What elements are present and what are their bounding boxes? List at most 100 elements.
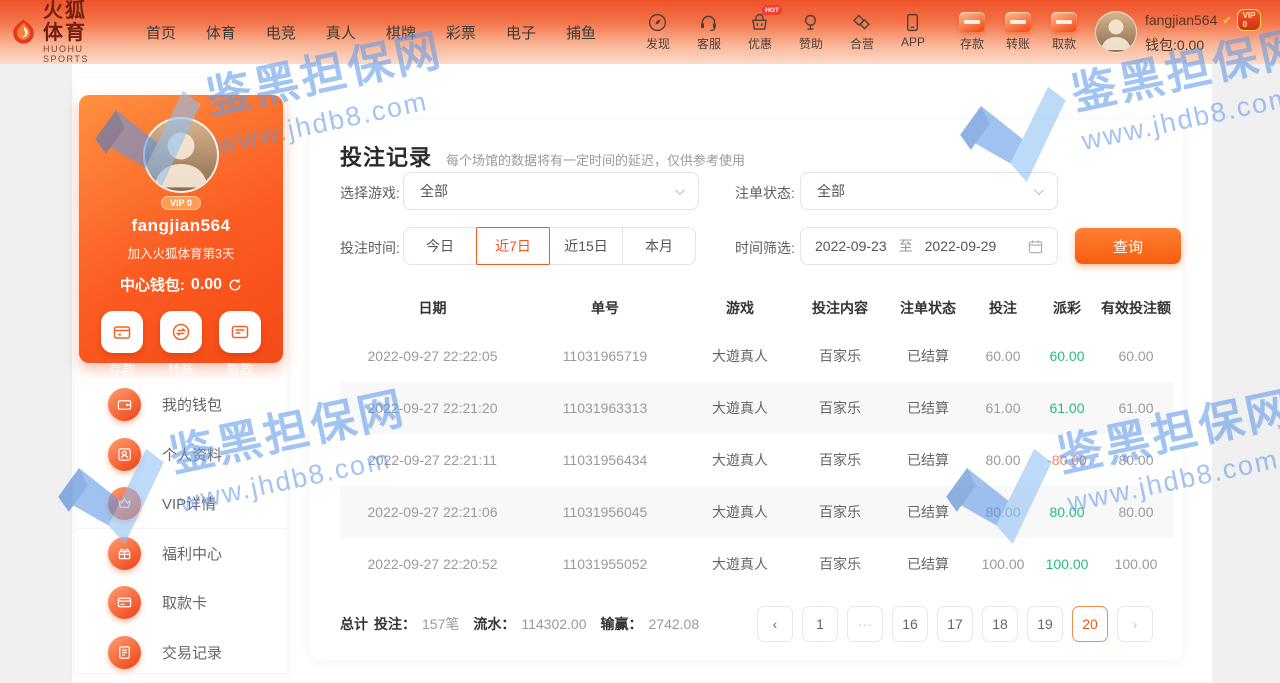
divider	[75, 673, 287, 674]
nav-item-lottery[interactable]: 彩票	[446, 22, 476, 43]
withdraw-icon	[1051, 12, 1077, 32]
vip-level-badge: VIP 0	[161, 196, 201, 210]
sidebar-item-vip[interactable]: VIP详情	[75, 479, 287, 529]
nav-item-chess[interactable]: 棋牌	[386, 22, 416, 43]
game-select[interactable]: 全部	[403, 172, 699, 210]
nav-item-home[interactable]: 首页	[146, 22, 176, 43]
avatar[interactable]	[1095, 11, 1137, 53]
deposit-icon	[959, 12, 985, 32]
time-option-7days[interactable]: 近7日	[476, 227, 550, 265]
flame-logo-icon	[8, 9, 39, 55]
turnover-label: 流水：	[473, 614, 515, 634]
nav-item-slots[interactable]: 电子	[506, 22, 536, 43]
transfer-label: 转账	[168, 359, 194, 378]
compass-icon	[647, 12, 668, 33]
chevron-down-icon	[675, 185, 685, 195]
time-option-month[interactable]: 本月	[622, 227, 696, 265]
table-row: 2022-09-27 22:21:06 11031956045 大遊真人 百家乐…	[340, 486, 1173, 538]
game-select-value: 全部	[420, 181, 448, 201]
support-link[interactable]: 客服	[691, 12, 727, 52]
table-row: 2022-09-27 22:21:20 11031963313 大遊真人 百家乐…	[340, 382, 1173, 434]
page-background-right	[1212, 64, 1280, 683]
sponsor-label: 赞助	[799, 35, 823, 52]
table-body: 2022-09-27 22:22:05 11031965719 大遊真人 百家乐…	[340, 330, 1173, 590]
date-range-picker[interactable]: 2022-09-23 至 2022-09-29	[800, 227, 1058, 265]
partner-link[interactable]: 合营	[844, 12, 880, 52]
winloss-value: 2742.08	[649, 616, 700, 632]
sponsor-icon	[800, 12, 821, 33]
game-filter-label: 选择游戏:	[340, 183, 400, 203]
deposit-button[interactable]: 存款	[101, 311, 143, 378]
table-row: 2022-09-27 22:22:05 11031965719 大遊真人 百家乐…	[340, 330, 1173, 382]
nav-item-esports[interactable]: 电竞	[266, 22, 296, 43]
page-button-1[interactable]: 1	[802, 606, 838, 642]
deposit-shortcut[interactable]: 存款	[959, 12, 985, 52]
col-order: 单号	[525, 298, 685, 318]
page-button-17[interactable]: 17	[937, 606, 973, 642]
user-info[interactable]: fangjian564 ✔ VIP 0 钱包:0.00	[1095, 9, 1261, 55]
avatar-silhouette	[145, 119, 217, 191]
col-valid: 有效投注额	[1099, 298, 1173, 318]
sidebar-menu: 我的钱包 个人资料 VIP详情 福利中心	[75, 380, 287, 677]
withdraw-shortcut[interactable]: 取款	[1051, 12, 1077, 52]
col-payout: 派彩	[1035, 298, 1099, 318]
app-label: APP	[901, 35, 925, 49]
sidebar-item-benefits[interactable]: 福利中心	[75, 529, 287, 579]
sidebar-item-my-wallet[interactable]: 我的钱包	[75, 380, 287, 430]
wallet-icon	[108, 388, 141, 421]
page-button-20-active[interactable]: 20	[1072, 606, 1108, 642]
sidebar-item-withdraw-card[interactable]: 取款卡	[75, 578, 287, 628]
withdraw-button[interactable]: 取款	[219, 311, 261, 378]
transfer-shortcut[interactable]: 转账	[1005, 12, 1031, 52]
time-option-today[interactable]: 今日	[403, 227, 477, 265]
transfer-icon	[1005, 12, 1031, 32]
sponsor-link[interactable]: 赞助	[793, 12, 829, 52]
profile-icon	[108, 438, 141, 471]
status-select-value: 全部	[817, 181, 845, 201]
time-option-15days[interactable]: 近15日	[549, 227, 623, 265]
avatar[interactable]	[143, 117, 219, 193]
nav-item-live[interactable]: 真人	[326, 22, 356, 43]
withdraw-icon	[219, 311, 261, 353]
next-page-button[interactable]: ›	[1117, 606, 1153, 642]
page-ellipsis[interactable]: ···	[847, 606, 883, 642]
user-card: VIP 0 fangjian564 加入火狐体育第3天 中心钱包: 0.00 存…	[79, 95, 283, 363]
wallet-balance: 钱包:0.00	[1145, 35, 1261, 55]
table-summary-row: 总计 投注： 157笔 流水： 114302.00 输赢： 2742.08 ‹ …	[340, 606, 1153, 642]
page-subtitle: 每个场馆的数据将有一定时间的延迟，仅供参考使用	[446, 150, 745, 169]
page-button-19[interactable]: 19	[1027, 606, 1063, 642]
transfer-icon	[160, 311, 202, 353]
status-select[interactable]: 全部	[800, 172, 1058, 210]
brand-subtitle: HUOHU SPORTS	[43, 44, 104, 64]
page-button-18[interactable]: 18	[982, 606, 1018, 642]
bank-card-icon	[108, 586, 141, 619]
promo-label: 优惠	[748, 35, 772, 52]
page-button-16[interactable]: 16	[892, 606, 928, 642]
sidebar-item-profile[interactable]: 个人资料	[75, 430, 287, 480]
app-link[interactable]: APP	[895, 12, 931, 52]
bets-label: 投注：	[374, 614, 416, 634]
hot-badge: HOT	[762, 5, 782, 15]
col-bet: 投注	[971, 298, 1035, 318]
nav-item-fishing[interactable]: 捕鱼	[566, 22, 596, 43]
sidebar-item-transactions[interactable]: 交易记录	[75, 628, 287, 678]
winloss-label: 输赢：	[601, 614, 643, 634]
vip-crown-icon	[108, 487, 141, 520]
table-row: 2022-09-27 22:20:52 11031955052 大遊真人 百家乐…	[340, 538, 1173, 590]
join-days-text: 加入火狐体育第3天	[79, 243, 283, 262]
filter-row-time: 投注时间: 今日 近7日 近15日 本月 时间筛选: 2022-09-23 至 …	[310, 227, 1183, 265]
withdraw-label: 取款	[1052, 35, 1076, 52]
refresh-icon[interactable]	[228, 278, 242, 292]
transfer-button[interactable]: 转账	[160, 311, 202, 378]
headset-icon	[698, 12, 719, 33]
promo-link[interactable]: HOT 优惠	[742, 12, 778, 52]
brand-logo[interactable]: 火狐体育 HUOHU SPORTS	[8, 0, 104, 64]
deposit-icon	[101, 311, 143, 353]
turnover-value: 114302.00	[521, 616, 586, 632]
discover-link[interactable]: 发现	[640, 12, 676, 52]
username: fangjian564	[1145, 12, 1217, 28]
prev-page-button[interactable]: ‹	[757, 606, 793, 642]
nav-item-sports[interactable]: 体育	[206, 22, 236, 43]
col-content: 投注内容	[795, 298, 885, 318]
search-button[interactable]: 查询	[1075, 228, 1181, 264]
